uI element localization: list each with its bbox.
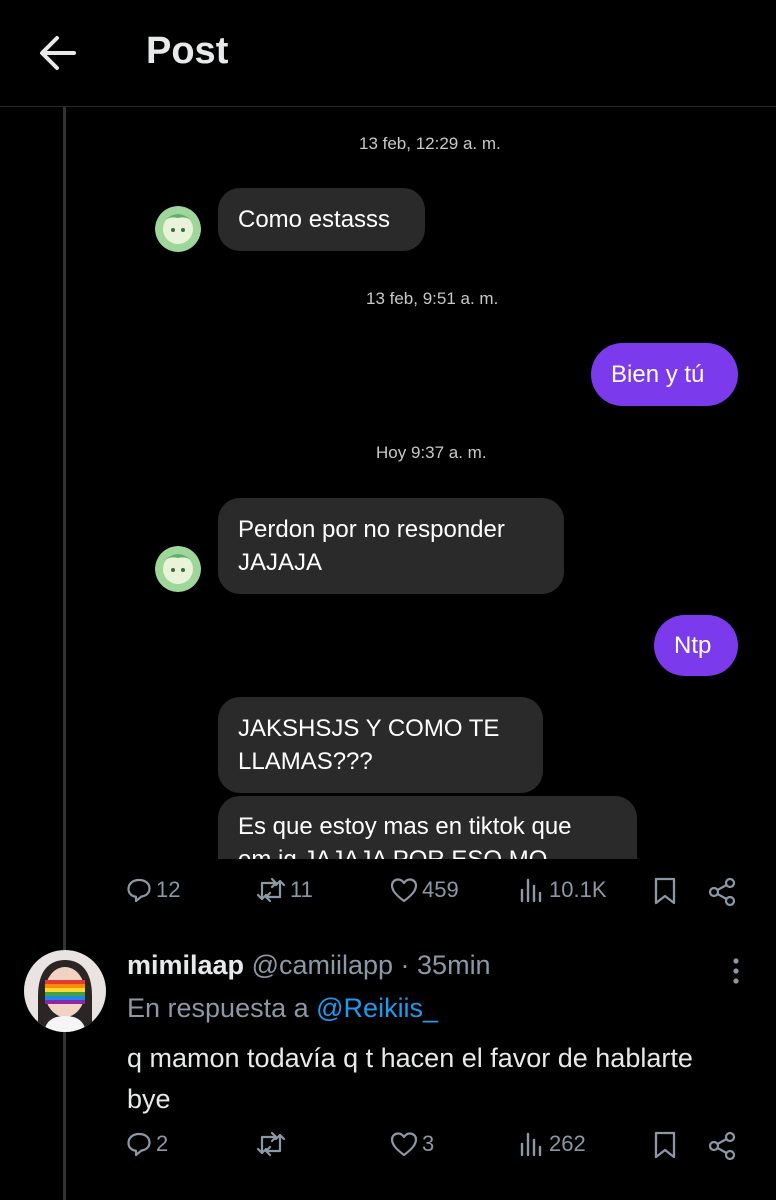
contact-avatar xyxy=(155,206,201,252)
reply-button[interactable]: 12 xyxy=(126,877,180,903)
message-bubble: Perdon por no responder JAJAJA xyxy=(218,498,564,594)
message-text: em ig JAJAJA POR ESO MQ xyxy=(238,843,547,859)
message-text: JAKSHSJS Y COMO TE xyxy=(238,715,500,742)
views-button[interactable]: 262 xyxy=(519,1131,586,1157)
message-text: Perdon por no responder xyxy=(238,516,505,543)
reply-text: q mamon todavía q t hacen el favor de ha… xyxy=(127,1043,693,1114)
like-button[interactable]: 459 xyxy=(390,877,459,903)
share-icon xyxy=(708,877,736,907)
user-handle[interactable]: @camiilapp xyxy=(252,950,393,980)
like-count: 459 xyxy=(422,877,459,902)
like-icon xyxy=(390,1132,418,1157)
repost-icon xyxy=(256,1131,286,1157)
chat-screenshot: 13 feb, 12:29 a. m. Como estasss 13 feb,… xyxy=(69,107,776,859)
contact-avatar xyxy=(155,546,201,592)
bookmark-button[interactable] xyxy=(653,877,681,905)
reply-header: mimilaap @camiilapp · 35min xyxy=(127,950,491,981)
more-icon[interactable] xyxy=(726,956,746,986)
share-button[interactable] xyxy=(707,877,741,907)
arrow-left-icon[interactable] xyxy=(38,34,78,72)
views-count: 262 xyxy=(549,1131,586,1156)
timestamp: Hoy 9:37 a. m. xyxy=(376,443,487,462)
share-icon xyxy=(708,1131,736,1161)
message-bubble: Es que estoy mas en tiktok que em ig JAJ… xyxy=(218,796,637,859)
bookmark-icon xyxy=(654,877,676,905)
top-bar: Post xyxy=(0,0,776,107)
views-icon xyxy=(520,1132,542,1157)
bookmark-icon xyxy=(654,1131,676,1159)
display-name[interactable]: mimilaap xyxy=(127,950,244,980)
mention-link[interactable]: @Reikiis_ xyxy=(316,993,438,1023)
reply-button[interactable]: 2 xyxy=(126,1131,168,1157)
avatar[interactable] xyxy=(24,950,106,1032)
message-text: Bien y tú xyxy=(611,361,705,388)
post-time: · 35min xyxy=(400,950,491,980)
message-text: JAJAJA xyxy=(238,549,323,576)
reply-actions: 2 3 262 xyxy=(0,1131,776,1171)
message-text: Es que estoy mas en tiktok que xyxy=(238,813,572,840)
like-icon xyxy=(390,878,418,903)
message-bubble: Bien y tú xyxy=(591,343,738,406)
reply-icon xyxy=(127,1132,151,1157)
thread-line xyxy=(63,107,66,1200)
reply-icon xyxy=(127,878,151,903)
reply-count: 12 xyxy=(156,877,181,902)
repost-button[interactable]: 11 xyxy=(256,877,313,903)
bookmark-button[interactable] xyxy=(653,1131,681,1159)
timestamp: 13 feb, 12:29 a. m. xyxy=(359,134,501,153)
reply-prefix: En respuesta a xyxy=(127,993,309,1023)
repost-count: 11 xyxy=(290,877,313,902)
message-text: LLAMAS??? xyxy=(238,748,373,775)
repost-button[interactable] xyxy=(256,1131,290,1157)
like-count: 3 xyxy=(422,1131,435,1156)
views-count: 10.1K xyxy=(549,877,607,902)
post-actions: 12 11 459 10.1K xyxy=(0,877,776,917)
message-bubble: Ntp xyxy=(654,615,738,676)
views-button[interactable]: 10.1K xyxy=(519,877,607,903)
message-text: Ntp xyxy=(674,632,712,659)
like-button[interactable]: 3 xyxy=(390,1131,434,1157)
views-icon xyxy=(520,878,542,903)
repost-icon xyxy=(256,877,286,903)
reply-context: En respuesta a @Reikiis_ xyxy=(127,993,438,1024)
message-text: Como estasss xyxy=(238,206,391,233)
timestamp: 13 feb, 9:51 a. m. xyxy=(366,289,499,308)
reply-count: 2 xyxy=(156,1131,169,1156)
message-bubble: JAKSHSJS Y COMO TE LLAMAS??? xyxy=(218,697,543,793)
message-bubble: Como estasss xyxy=(218,188,425,251)
share-button[interactable] xyxy=(707,1131,741,1161)
page-title: Post xyxy=(146,30,229,72)
